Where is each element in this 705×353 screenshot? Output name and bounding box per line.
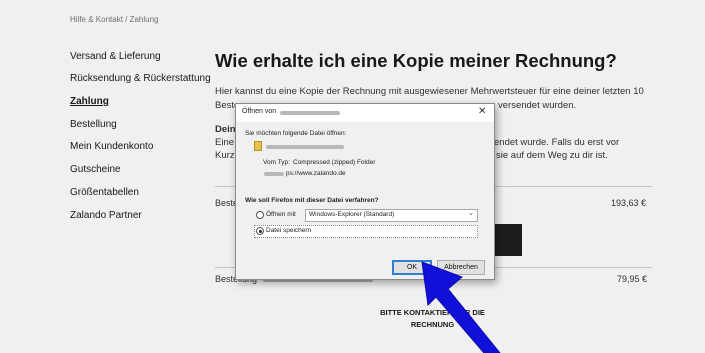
arrow-up-left-icon bbox=[421, 261, 501, 353]
